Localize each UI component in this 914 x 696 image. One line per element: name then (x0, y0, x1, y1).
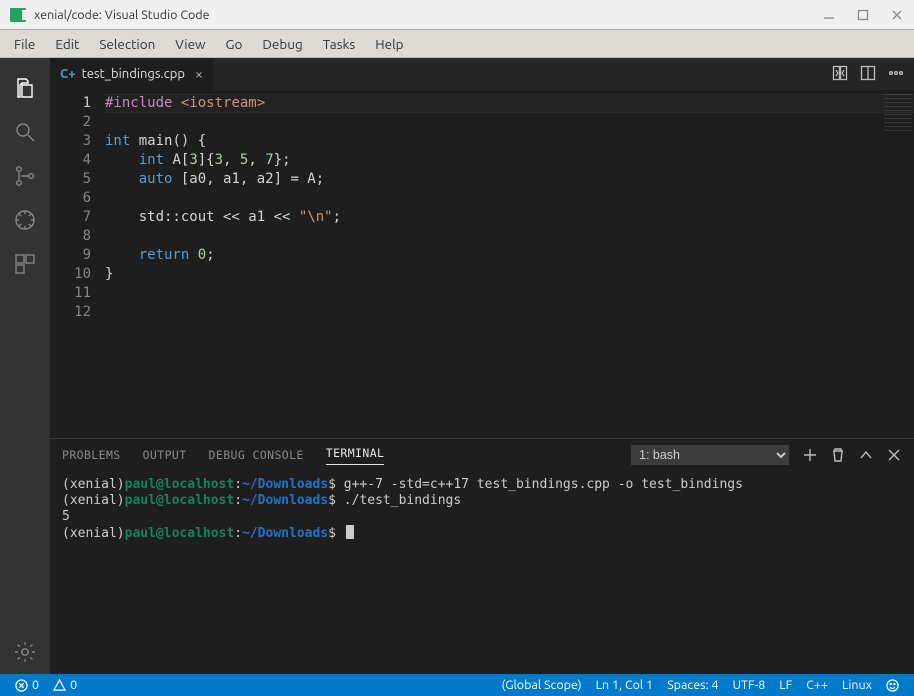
code-line[interactable]: #include <iostream> (105, 94, 914, 113)
split-editor-icon[interactable] (860, 65, 876, 84)
maximize-panel-icon[interactable] (858, 447, 874, 463)
window-maximize-button[interactable] (846, 0, 880, 30)
status-cursor-position[interactable]: Ln 1, Col 1 (589, 674, 661, 696)
settings-gear-icon[interactable] (8, 630, 42, 674)
kill-terminal-icon[interactable] (830, 447, 846, 463)
menu-tasks[interactable]: Tasks (313, 32, 365, 56)
close-panel-icon[interactable] (886, 447, 902, 463)
status-feedback-icon[interactable] (879, 674, 906, 696)
window-minimize-button[interactable] (812, 0, 846, 30)
terminal-shell-select[interactable]: 1: bash (630, 444, 790, 466)
code-line[interactable]: auto [a0, a1, a2] = A; (105, 170, 914, 189)
cpp-file-icon: C+ (60, 67, 76, 81)
status-eol[interactable]: LF (772, 674, 799, 696)
status-warnings[interactable]: 0 (46, 674, 84, 696)
new-terminal-icon[interactable] (802, 447, 818, 463)
code-line[interactable]: } (105, 265, 914, 284)
line-number: 8 (50, 227, 91, 246)
line-number: 1 (50, 94, 91, 113)
more-actions-icon[interactable] (888, 65, 904, 84)
line-number: 7 (50, 208, 91, 227)
tab-filename: test_bindings.cpp (82, 67, 185, 81)
warning-icon (53, 679, 66, 692)
code-line[interactable]: int A[3]{3, 5, 7}; (105, 151, 914, 170)
editor-area: C+ test_bindings.cpp × 123456789101112 #… (50, 58, 914, 674)
menu-debug[interactable]: Debug (252, 32, 312, 56)
bottom-panel: PROBLEMS OUTPUT DEBUG CONSOLE TERMINAL 1: b… (50, 438, 914, 674)
code-line[interactable] (105, 113, 914, 132)
menu-file[interactable]: File (4, 32, 45, 56)
status-language[interactable]: C++ (799, 674, 835, 696)
line-number: 5 (50, 170, 91, 189)
activity-bar (0, 58, 50, 674)
status-errors[interactable]: 0 (8, 674, 46, 696)
warning-count: 0 (70, 678, 77, 692)
terminal-line: (xenial)paul@localhost:~/Downloads$ g++-… (62, 477, 902, 493)
menu-view[interactable]: View (165, 32, 215, 56)
panel-tabs: PROBLEMS OUTPUT DEBUG CONSOLE TERMINAL 1: b… (50, 439, 914, 471)
panel-tab-terminal[interactable]: TERMINAL (326, 446, 385, 465)
code-line[interactable]: std::cout << a1 << "\n"; (105, 208, 914, 227)
panel-tab-output[interactable]: OUTPUT (143, 448, 187, 462)
code-editor[interactable]: 123456789101112 #include <iostream> int … (50, 90, 914, 438)
line-number: 3 (50, 132, 91, 151)
tab-close-icon[interactable]: × (195, 66, 203, 82)
source-control-icon[interactable] (8, 154, 42, 198)
menu-go[interactable]: Go (216, 32, 253, 56)
menu-help[interactable]: Help (365, 32, 413, 56)
menu-bar: FileEditSelectionViewGoDebugTasksHelp (0, 30, 914, 58)
line-number: 10 (50, 265, 91, 284)
code-line[interactable]: return 0; (105, 246, 914, 265)
explorer-icon[interactable] (8, 66, 42, 110)
code-line[interactable] (105, 284, 914, 303)
line-number: 2 (50, 113, 91, 132)
code-line[interactable]: int main() { (105, 132, 914, 151)
line-number: 9 (50, 246, 91, 265)
extensions-icon[interactable] (8, 242, 42, 286)
debug-icon[interactable] (8, 198, 42, 242)
error-count: 0 (32, 678, 39, 692)
compare-changes-icon[interactable] (832, 65, 848, 84)
window-close-button[interactable] (880, 0, 914, 30)
status-indentation[interactable]: Spaces: 4 (660, 674, 725, 696)
search-icon[interactable] (8, 110, 42, 154)
line-number: 4 (50, 151, 91, 170)
status-os[interactable]: Linux (835, 674, 879, 696)
line-number: 6 (50, 189, 91, 208)
code-line[interactable] (105, 189, 914, 208)
terminal-line: 5 (62, 509, 902, 525)
panel-tab-debug-console[interactable]: DEBUG CONSOLE (209, 448, 304, 462)
smiley-icon (886, 679, 899, 692)
status-encoding[interactable]: UTF-8 (726, 674, 773, 696)
terminal-line: (xenial)paul@localhost:~/Downloads$ (62, 525, 902, 542)
window-title: xenial/code: Visual Studio Code (34, 8, 812, 22)
terminal-line: (xenial)paul@localhost:~/Downloads$ ./te… (62, 493, 902, 509)
status-bar: 0 0 (Global Scope) Ln 1, Col 1 Spaces: 4… (0, 674, 914, 696)
line-number: 12 (50, 303, 91, 322)
status-scope[interactable]: (Global Scope) (495, 674, 589, 696)
code-line[interactable] (105, 227, 914, 246)
error-icon (15, 679, 28, 692)
tab-test-bindings[interactable]: C+ test_bindings.cpp × (50, 58, 214, 90)
editor-tabs: C+ test_bindings.cpp × (50, 58, 914, 90)
app-logo-icon (10, 8, 26, 22)
workbench: C+ test_bindings.cpp × 123456789101112 #… (0, 58, 914, 674)
menu-selection[interactable]: Selection (89, 32, 165, 56)
panel-tab-problems[interactable]: PROBLEMS (62, 448, 121, 462)
window-titlebar: xenial/code: Visual Studio Code (0, 0, 914, 30)
code-line[interactable] (105, 303, 914, 322)
line-number: 11 (50, 284, 91, 303)
menu-edit[interactable]: Edit (45, 32, 89, 56)
terminal-output[interactable]: (xenial)paul@localhost:~/Downloads$ g++-… (50, 471, 914, 674)
